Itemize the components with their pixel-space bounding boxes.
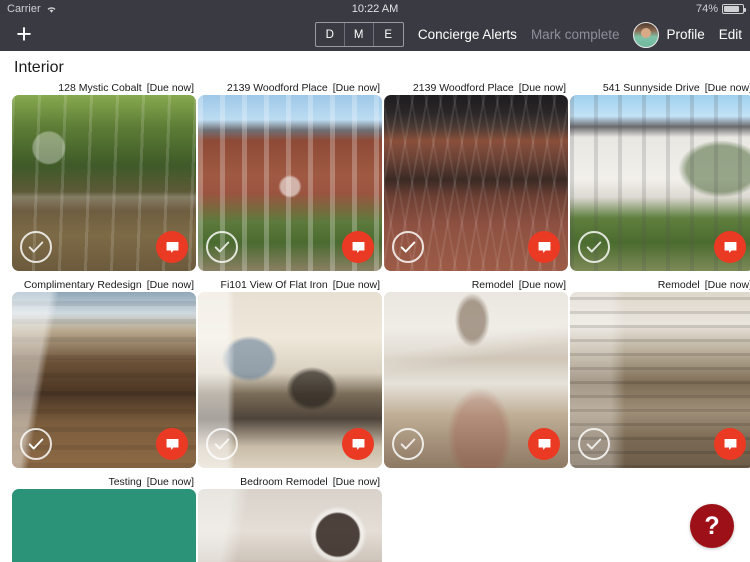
card-header: 2139 Woodford Place [Due now]: [198, 81, 382, 95]
card-due-badge: [Due now]: [146, 279, 194, 291]
help-button[interactable]: ?: [690, 504, 734, 548]
card-header: Testing [Due now]: [12, 475, 196, 489]
card-thumbnail[interactable]: [570, 292, 750, 468]
card-title: Complimentary Redesign: [23, 279, 142, 291]
card-thumbnail[interactable]: [198, 489, 382, 562]
project-card[interactable]: Testing [Due now]: [12, 475, 196, 562]
content-area: Interior 128 Mystic Cobalt [Due now] 2139 …: [0, 51, 750, 562]
card-header: 128 Mystic Cobalt [Due now]: [12, 81, 196, 95]
complete-checkmark-icon[interactable]: [392, 231, 424, 263]
project-card[interactable]: 128 Mystic Cobalt [Due now]: [12, 81, 196, 271]
complete-checkmark-icon[interactable]: [392, 428, 424, 460]
card-header: Remodel [Due now]: [384, 278, 568, 292]
card-row: Testing [Due now] Bedroom Remodel [Due now]: [4, 475, 750, 562]
card-due-badge: [Due now]: [146, 476, 194, 488]
card-row: 128 Mystic Cobalt [Due now] 2139 Woodford …: [4, 81, 750, 278]
card-title: 541 Sunnyside Drive: [602, 82, 700, 94]
card-due-badge: [Due now]: [146, 82, 194, 94]
card-thumbnail[interactable]: [12, 95, 196, 271]
card-photo: [198, 489, 382, 562]
card-header: Fi101 View Of Flat Iron [Due now]: [198, 278, 382, 292]
comment-bubble-icon[interactable]: [528, 428, 560, 460]
card-thumbnail[interactable]: [12, 489, 196, 562]
app-screen: Carrier 10:22 AM 74% + D M E Concierge A…: [0, 0, 750, 562]
comment-bubble-icon[interactable]: [156, 231, 188, 263]
segment-m[interactable]: M: [345, 23, 374, 46]
card-title: Fi101 View Of Flat Iron: [220, 279, 328, 291]
card-title: 2139 Woodford Place: [412, 82, 514, 94]
card-thumbnail[interactable]: [198, 95, 382, 271]
page-title: Interior: [14, 59, 64, 76]
plus-icon[interactable]: +: [12, 20, 36, 47]
card-due-badge: [Due now]: [332, 82, 380, 94]
card-thumbnail[interactable]: [384, 292, 568, 468]
complete-checkmark-icon[interactable]: [206, 428, 238, 460]
segmented-control[interactable]: D M E: [314, 22, 404, 47]
comment-bubble-icon[interactable]: [342, 428, 374, 460]
card-thumbnail[interactable]: [570, 95, 750, 271]
battery-percent-label: 74%: [695, 3, 718, 15]
card-title: 128 Mystic Cobalt: [58, 82, 142, 94]
card-title: 2139 Woodford Place: [226, 82, 328, 94]
concierge-alerts-button[interactable]: Concierge Alerts: [418, 27, 517, 42]
project-card[interactable]: Fi101 View Of Flat Iron [Due now]: [198, 278, 382, 468]
comment-bubble-icon[interactable]: [714, 231, 746, 263]
project-card[interactable]: Complimentary Redesign [Due now]: [12, 278, 196, 468]
card-title: Bedroom Remodel: [240, 476, 328, 488]
card-due-badge: [Due now]: [704, 82, 750, 94]
card-photo: [12, 489, 196, 562]
project-card[interactable]: 2139 Woodford Place [Due now]: [384, 81, 568, 271]
comment-bubble-icon[interactable]: [714, 428, 746, 460]
card-thumbnail[interactable]: [12, 292, 196, 468]
comment-bubble-icon[interactable]: [342, 231, 374, 263]
card-due-badge: [Due now]: [704, 279, 750, 291]
comment-bubble-icon[interactable]: [156, 428, 188, 460]
status-bar: Carrier 10:22 AM 74%: [0, 0, 750, 18]
card-row: Complimentary Redesign [Due now] Fi101 Vie…: [4, 278, 750, 475]
navigation-bar: + D M E Concierge Alerts Mark complete P…: [0, 18, 750, 51]
card-due-badge: [Due now]: [332, 279, 380, 291]
card-header: Bedroom Remodel [Due now]: [198, 475, 382, 489]
card-title: Testing: [108, 476, 142, 488]
profile-label: Profile: [666, 27, 705, 42]
segment-d[interactable]: D: [316, 23, 345, 46]
battery-icon: [722, 4, 746, 14]
card-title: Remodel: [471, 279, 514, 291]
card-title: Remodel: [657, 279, 700, 291]
profile-button[interactable]: Profile: [633, 21, 705, 48]
navigation-bar-right: D M E Concierge Alerts Mark complete Pro…: [314, 18, 742, 51]
complete-checkmark-icon[interactable]: [20, 428, 52, 460]
card-due-badge: [Due now]: [332, 476, 380, 488]
card-thumbnail[interactable]: [198, 292, 382, 468]
status-bar-right: 74%: [695, 3, 746, 15]
project-card[interactable]: Remodel [Due now]: [570, 278, 750, 468]
status-bar-time: 10:22 AM: [351, 3, 399, 15]
project-card[interactable]: 541 Sunnyside Drive [Due now]: [570, 81, 750, 271]
card-header: Complimentary Redesign [Due now]: [12, 278, 196, 292]
avatar: [633, 21, 660, 48]
complete-checkmark-icon[interactable]: [578, 231, 610, 263]
project-card-grid: 128 Mystic Cobalt [Due now] 2139 Woodford …: [4, 81, 750, 562]
card-header: 2139 Woodford Place [Due now]: [384, 81, 568, 95]
project-card[interactable]: 2139 Woodford Place [Due now]: [198, 81, 382, 271]
card-header: Remodel [Due now]: [570, 278, 750, 292]
card-thumbnail[interactable]: [384, 95, 568, 271]
project-card[interactable]: Remodel [Due now]: [384, 278, 568, 468]
card-header: 541 Sunnyside Drive [Due now]: [570, 81, 750, 95]
card-due-badge: [Due now]: [518, 82, 566, 94]
complete-checkmark-icon[interactable]: [206, 231, 238, 263]
card-due-badge: [Due now]: [518, 279, 566, 291]
mark-complete-button[interactable]: Mark complete: [531, 27, 620, 42]
comment-bubble-icon[interactable]: [528, 231, 560, 263]
complete-checkmark-icon[interactable]: [578, 428, 610, 460]
project-card[interactable]: Bedroom Remodel [Due now]: [198, 475, 382, 562]
segment-e[interactable]: E: [374, 23, 403, 46]
edit-button[interactable]: Edit: [719, 27, 742, 42]
complete-checkmark-icon[interactable]: [20, 231, 52, 263]
